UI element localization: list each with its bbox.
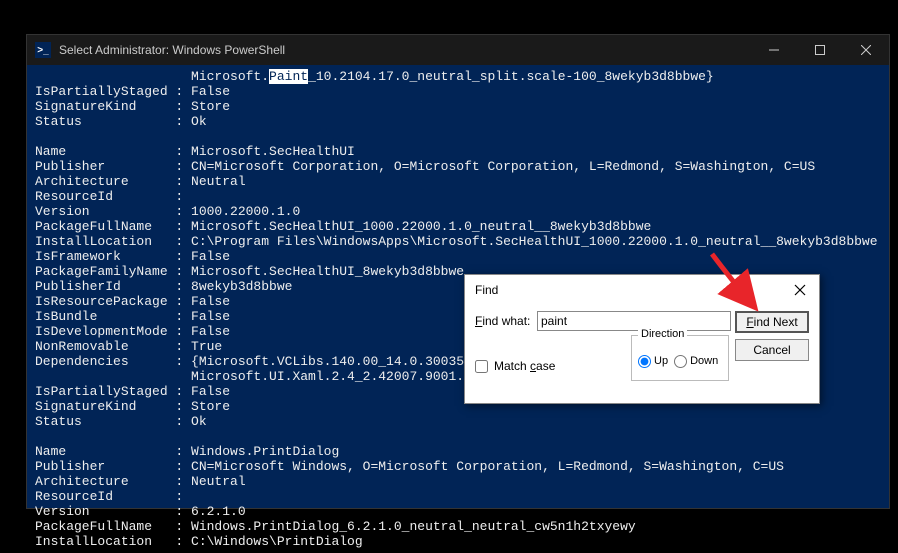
find-next-button[interactable]: Find Next (735, 311, 809, 333)
find-what-label: Find what: (475, 314, 537, 328)
match-case-option[interactable]: Match case (475, 359, 555, 373)
find-dialog-title: Find (475, 283, 785, 297)
close-button[interactable] (843, 35, 889, 65)
find-body: Find what: Find Next Cancel Match case D… (465, 305, 819, 405)
cancel-button[interactable]: Cancel (735, 339, 809, 361)
find-dialog: Find Find what: Find Next Cancel Match c… (464, 274, 820, 404)
down-radio[interactable] (674, 355, 687, 368)
find-titlebar[interactable]: Find (465, 275, 819, 305)
match-case-label: Match case (494, 359, 555, 373)
direction-group: Direction Up Down (631, 335, 729, 381)
match-case-checkbox[interactable] (475, 360, 488, 373)
maximize-button[interactable] (797, 35, 843, 65)
up-radio[interactable] (638, 355, 651, 368)
powershell-icon: >_ (35, 42, 51, 58)
find-close-button[interactable] (785, 279, 815, 301)
direction-up[interactable]: Up (638, 355, 668, 368)
find-input[interactable] (537, 311, 731, 331)
titlebar[interactable]: >_ Select Administrator: Windows PowerSh… (27, 35, 889, 65)
search-highlight: Paint (269, 69, 308, 84)
minimize-button[interactable] (751, 35, 797, 65)
window-controls (751, 35, 889, 65)
window-title: Select Administrator: Windows PowerShell (59, 43, 751, 57)
direction-legend: Direction (638, 328, 687, 340)
powershell-window: >_ Select Administrator: Windows PowerSh… (26, 34, 890, 509)
direction-down[interactable]: Down (674, 355, 718, 368)
